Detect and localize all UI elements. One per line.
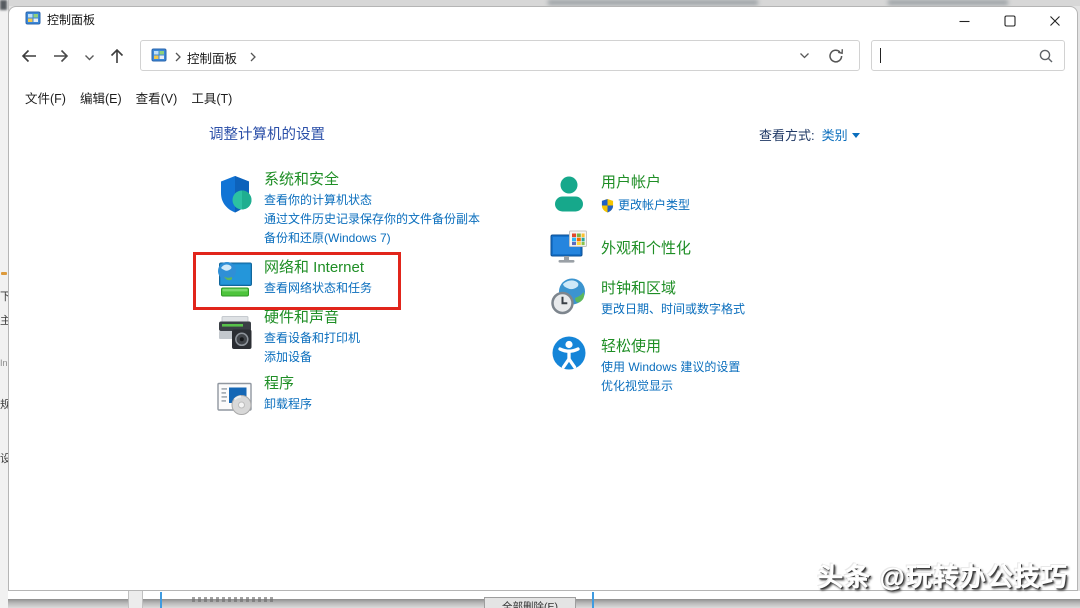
refresh-icon[interactable] [827, 47, 845, 65]
edge-text-fragment: 主 [0, 312, 8, 328]
control-panel-icon [25, 10, 41, 26]
category-link[interactable]: 查看你的计算机状态 [264, 191, 480, 210]
back-icon[interactable] [19, 46, 39, 66]
up-icon[interactable] [107, 46, 127, 66]
address-bar[interactable]: 控制面板 [140, 40, 860, 71]
forward-icon[interactable] [51, 46, 71, 66]
page-title: 调整计算机的设置 [209, 123, 325, 144]
background-window-column [128, 591, 143, 608]
category-link[interactable]: 优化视觉显示 [601, 377, 740, 396]
category-link[interactable]: 更改日期、时间或数字格式 [601, 300, 745, 319]
chevron-right-icon [174, 50, 182, 62]
minimize-button[interactable] [942, 7, 987, 35]
category-link[interactable]: 备份和还原(Windows 7) [264, 229, 480, 248]
ease-of-access-icon[interactable] [549, 333, 589, 373]
menu-edit[interactable]: 编辑(E) [80, 88, 122, 107]
recent-pages-chevron-icon[interactable] [83, 51, 96, 64]
menu-view[interactable]: 查看(V) [136, 88, 178, 107]
view-by-label: 查看方式: [759, 125, 815, 144]
background-window-border [592, 592, 594, 608]
menu-bar: 文件(F) 编辑(E) 查看(V) 工具(T) [25, 88, 232, 107]
category-link-label: 更改帐户类型 [618, 196, 690, 215]
category-title[interactable]: 时钟和区域 [601, 280, 745, 297]
background-blur-artifact [548, 0, 758, 5]
maximize-button[interactable] [987, 7, 1032, 35]
delete-all-button[interactable]: 全部删除(E) [484, 597, 576, 608]
category-title[interactable]: 用户帐户 [601, 174, 690, 191]
chevron-down-icon [852, 133, 860, 138]
search-input[interactable] [871, 40, 1065, 71]
category-title[interactable]: 硬件和声音 [264, 309, 360, 326]
category-link[interactable]: 查看网络状态和任务 [264, 279, 372, 298]
edge-text-fragment: In [0, 358, 8, 368]
clock-globe-icon[interactable] [549, 276, 589, 316]
view-by-control: 查看方式: 类别 [759, 125, 860, 144]
network-icon[interactable] [215, 259, 255, 299]
user-icon[interactable] [549, 174, 589, 214]
appearance-icon[interactable] [549, 228, 589, 268]
edge-text-fragment: 设 [0, 450, 8, 466]
category-title[interactable]: 程序 [264, 375, 312, 392]
uac-shield-icon [601, 198, 614, 213]
titlebar[interactable]: 控制面板 [9, 7, 1077, 33]
shield-icon[interactable] [215, 174, 255, 214]
edge-text-fragment: 规 [0, 396, 8, 412]
category-link[interactable]: 查看设备和打印机 [264, 329, 360, 348]
category-title[interactable]: 外观和个性化 [601, 240, 691, 257]
category-link[interactable]: 添加设备 [264, 348, 360, 367]
control-panel-window: 控制面板 [8, 6, 1078, 591]
left-edge-artifact [1, 272, 7, 275]
category-link[interactable]: 卸载程序 [264, 395, 312, 414]
category-title[interactable]: 系统和安全 [264, 171, 480, 188]
window-title: 控制面板 [47, 11, 95, 28]
close-button[interactable] [1032, 7, 1077, 35]
printer-speaker-icon[interactable] [215, 313, 255, 353]
view-by-value: 类别 [822, 125, 848, 144]
corner-artifact [0, 0, 7, 10]
chevron-right-icon[interactable] [249, 50, 257, 62]
category-title[interactable]: 轻松使用 [601, 338, 740, 355]
breadcrumb-control-panel[interactable]: 控制面板 [187, 48, 237, 67]
address-dropdown-icon[interactable] [798, 49, 811, 62]
programs-icon[interactable] [215, 378, 255, 418]
obscured-text-fragment [192, 597, 274, 602]
control-panel-icon [151, 47, 167, 63]
menu-file[interactable]: 文件(F) [25, 88, 66, 107]
background-blur-artifact [888, 0, 1008, 5]
category-link[interactable]: 使用 Windows 建议的设置 [601, 358, 740, 377]
search-icon [1038, 48, 1054, 64]
screenshot-root: 下 主 In 规 设 全部删除(E) 控制面板 [0, 0, 1080, 608]
background-window-border [160, 592, 162, 608]
category-title[interactable]: 网络和 Internet [264, 259, 372, 276]
edge-text-fragment: 下 [0, 288, 8, 304]
text-caret [880, 48, 881, 63]
category-link[interactable]: 通过文件历史记录保存你的文件备份副本 [264, 210, 480, 229]
menu-tools[interactable]: 工具(T) [191, 88, 232, 107]
category-link[interactable]: 更改帐户类型 [601, 196, 690, 215]
view-by-dropdown[interactable]: 类别 [822, 125, 860, 144]
watermark: 头条 @玩转办公技巧 [817, 557, 1068, 594]
